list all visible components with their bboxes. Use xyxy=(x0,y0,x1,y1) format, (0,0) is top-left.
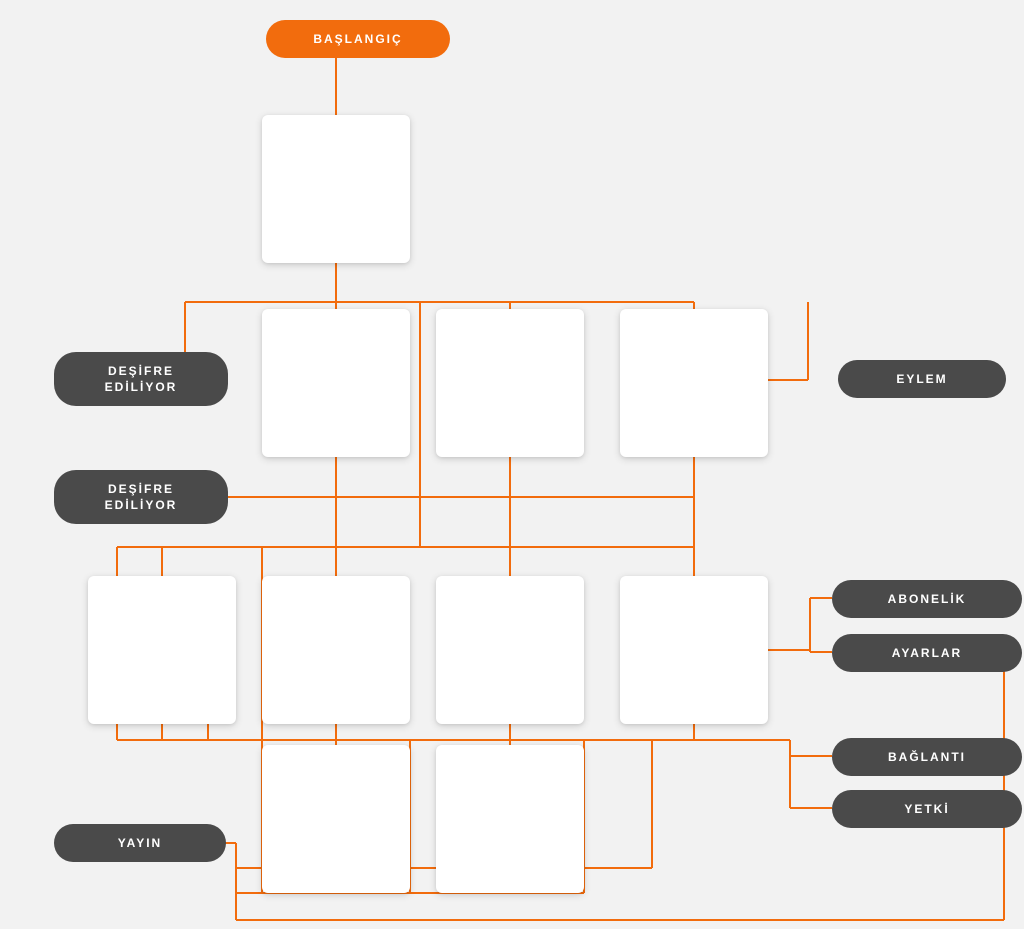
action-pill: EYLEM xyxy=(838,360,1006,398)
authority-pill: YETKİ xyxy=(832,790,1022,828)
decrypt-pill-2: DEŞİFRE EDİLİYOR xyxy=(54,470,228,524)
flow-card xyxy=(436,309,584,457)
subscription-pill: ABONELİK xyxy=(832,580,1022,618)
flow-card xyxy=(262,309,410,457)
broadcast-pill: YAYIN xyxy=(54,824,226,862)
flow-card xyxy=(620,576,768,724)
flow-card xyxy=(262,115,410,263)
flow-card xyxy=(262,745,410,893)
flow-card xyxy=(262,576,410,724)
flow-card xyxy=(620,309,768,457)
flow-card xyxy=(88,576,236,724)
connection-pill: BAĞLANTI xyxy=(832,738,1022,776)
decrypt-pill-1: DEŞİFRE EDİLİYOR xyxy=(54,352,228,406)
flow-card xyxy=(436,745,584,893)
flow-card xyxy=(436,576,584,724)
start-pill: BAŞLANGIÇ xyxy=(266,20,450,58)
settings-pill: AYARLAR xyxy=(832,634,1022,672)
